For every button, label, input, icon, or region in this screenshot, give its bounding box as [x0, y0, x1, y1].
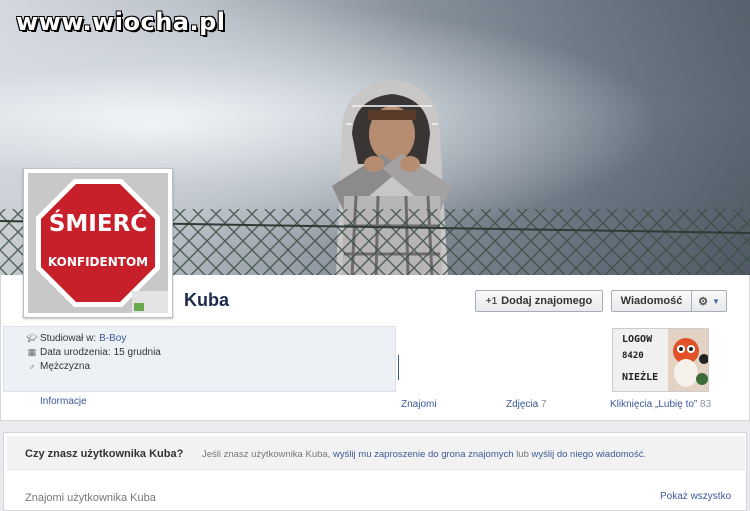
send-message-link[interactable]: wyślij do niego wiadomość	[532, 449, 644, 460]
gender-male-icon: ♂	[28, 361, 36, 372]
friends-section-heading: Znajomi użytkownika Kuba	[25, 492, 156, 504]
tab-photos-label: Zdjęcia	[506, 399, 539, 410]
site-watermark: www.wiocha.pl	[16, 8, 226, 36]
profile-picture-image: ŚMIERĆ KONFIDENTOM	[28, 173, 168, 313]
add-friend-label: Dodaj znajomego	[501, 295, 593, 307]
thumb-line3: NIEŻLE	[622, 372, 659, 383]
likes-thumbnail-photo	[668, 329, 708, 391]
add-friend-button[interactable]: +1 Dodaj znajomego	[475, 290, 603, 312]
tab-likes-count: 83	[700, 399, 712, 410]
cartoon-character-icon	[668, 329, 708, 391]
show-all-link[interactable]: Pokaż wszystko	[660, 491, 731, 502]
profile-name[interactable]: Kuba	[184, 290, 229, 311]
info-birthday-row: ▦ Data urodzenia: 15 grudnia	[26, 347, 161, 358]
birthday-value: 15 grudnia	[113, 347, 161, 358]
likes-thumbnail-logo: LOGOW 8420 NIEŻLE	[613, 329, 668, 391]
message-label: Wiadomość	[620, 295, 683, 307]
stop-sign-icon	[28, 173, 168, 313]
know-user-or: lub	[516, 449, 529, 460]
profile-picture-text-line2: KONFIDENTOM	[47, 255, 149, 269]
gender-value: Mężczyzna	[40, 361, 91, 372]
likes-thumbnail[interactable]: LOGOW 8420 NIEŻLE	[612, 328, 709, 392]
know-user-suffix: .	[643, 449, 647, 460]
tab-friends[interactable]: Znajomi	[401, 399, 437, 410]
send-friend-request-link[interactable]: wyślij mu zaproszenie do grona znajomych	[333, 449, 514, 460]
info-gender-row: ♂ Mężczyzna	[26, 361, 90, 372]
add-friend-icon: +1	[485, 295, 498, 307]
tab-likes-label: Kliknięcia „Lubię to”	[610, 399, 698, 410]
tab-photos-count: 7	[541, 399, 547, 410]
know-user-prefix: Jeśli znasz użytkownika Kuba,	[202, 449, 331, 460]
text-cursor	[398, 355, 399, 380]
profile-picture-text-line1: ŚMIERĆ	[48, 211, 148, 237]
education-icon: 🎓︎	[26, 333, 38, 343]
info-studied-row: 🎓︎ Studiował w: B-Boy	[26, 333, 126, 344]
chevron-down-icon: ▼	[711, 296, 720, 306]
know-user-question: Czy znasz użytkownika Kuba?	[25, 448, 184, 460]
tab-likes[interactable]: Kliknięcia „Lubię to” 83	[610, 399, 711, 410]
settings-dropdown-button[interactable]: ⚙ ▼	[691, 290, 727, 312]
gear-icon: ⚙	[698, 295, 708, 308]
birthday-label: Data urodzenia:	[40, 347, 111, 358]
profile-page: www.wiocha.pl ŚMIERĆ KONFIDENTOM Kuba +1…	[0, 0, 750, 511]
tab-photos[interactable]: Zdjęcia 7	[506, 399, 547, 410]
studied-label: Studiował w:	[40, 333, 97, 344]
profile-picture[interactable]: ŚMIERĆ KONFIDENTOM	[23, 168, 173, 318]
know-user-text: Jeśli znasz użytkownika Kuba, wyślij mu …	[202, 449, 646, 460]
tab-info[interactable]: Informacje	[40, 396, 87, 407]
thumb-line1: LOGOW	[622, 334, 653, 345]
calendar-icon: ▦	[27, 347, 37, 357]
studied-link[interactable]: B-Boy	[99, 333, 126, 344]
message-button[interactable]: Wiadomość	[611, 290, 691, 312]
thumb-line2: 8420	[622, 351, 644, 361]
